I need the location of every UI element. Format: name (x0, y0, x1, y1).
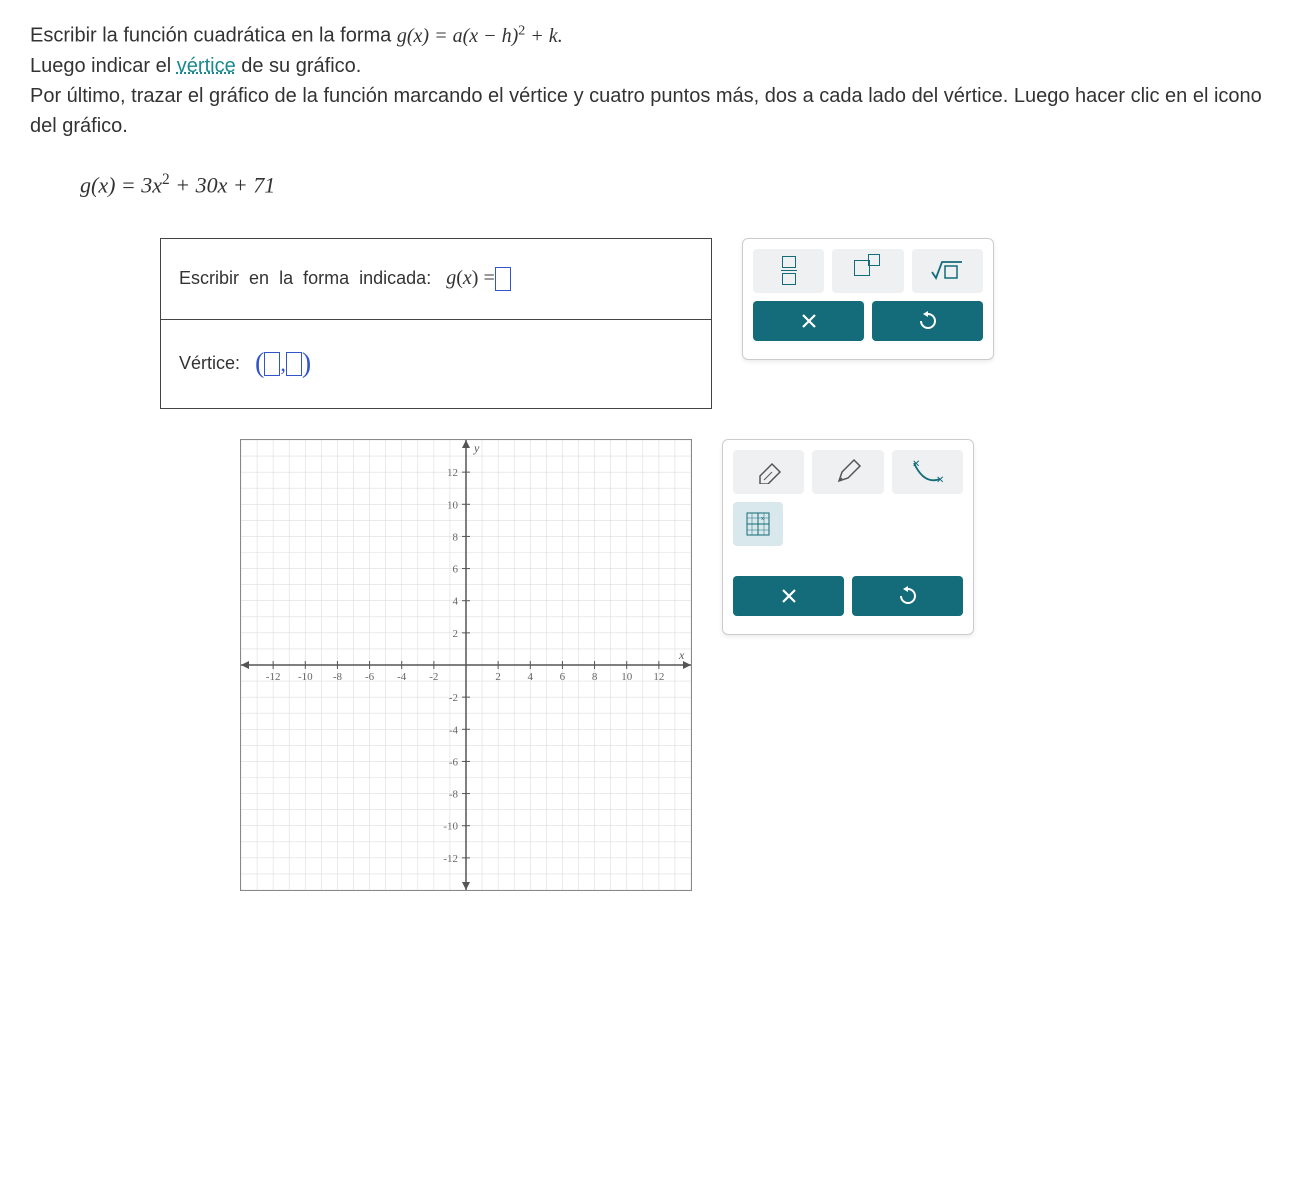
svg-text:-6: -6 (449, 756, 459, 768)
svg-text:6: 6 (453, 564, 459, 576)
close-icon (780, 587, 798, 605)
text: de su gráfico. (241, 55, 361, 77)
eraser-icon (754, 460, 784, 484)
label: la (279, 268, 293, 289)
svg-text:8: 8 (592, 671, 598, 683)
svg-text:10: 10 (621, 671, 633, 683)
svg-text:-2: -2 (449, 692, 458, 704)
paren-open: ( (255, 348, 264, 380)
svg-text:-8: -8 (333, 671, 343, 683)
vertex-row: Vértice: ( , ) (161, 320, 711, 408)
graph-reset-button[interactable] (852, 576, 963, 616)
fraction-icon (781, 256, 797, 285)
clear-button[interactable] (753, 301, 864, 341)
svg-text:✕: ✕ (936, 475, 944, 485)
svg-text:4: 4 (528, 671, 534, 683)
svg-text:-10: -10 (443, 821, 458, 833)
svg-text:12: 12 (447, 467, 458, 479)
vertex-formula: g(x) = a(x − h)2 + k. (397, 25, 563, 47)
svg-text:8: 8 (453, 531, 459, 543)
vertex-form-row: Escribir en la forma indicada: g(x) = (161, 239, 711, 320)
problem-statement: Escribir la función cuadrática en la for… (30, 20, 1266, 141)
answer-box: Escribir en la forma indicada: g(x) = Vé… (160, 238, 712, 409)
curve-tool-button[interactable]: ✕✕ (892, 450, 963, 494)
vertex-label: Vértice: (179, 353, 240, 374)
pencil-tool-button[interactable] (812, 450, 883, 494)
exponent-tool-button[interactable] (832, 249, 903, 293)
svg-text:-2: -2 (429, 671, 438, 683)
eraser-tool-button[interactable] (733, 450, 804, 494)
grid-icon: x (745, 511, 771, 537)
close-icon (800, 312, 818, 330)
svg-text:-10: -10 (298, 671, 313, 683)
label: indicada: (359, 268, 431, 289)
exponent-icon (854, 260, 882, 281)
label: en (249, 268, 269, 289)
svg-text:-12: -12 (443, 853, 458, 865)
svg-text:2: 2 (453, 628, 459, 640)
svg-text:✕: ✕ (912, 459, 920, 470)
paren-close: ) (302, 348, 311, 380)
svg-text:4: 4 (453, 596, 459, 608)
reset-icon (898, 586, 918, 606)
vertex-form-input[interactable] (495, 267, 511, 291)
text: Luego indicar el (30, 55, 177, 77)
vertex-link[interactable]: vértice (177, 55, 236, 77)
math-toolbox (742, 238, 994, 360)
text: Escribir la función cuadrática en la for… (30, 25, 397, 47)
text: Por último, trazar el gráfico de la func… (30, 85, 1262, 137)
reset-button[interactable] (872, 301, 983, 341)
svg-text:-8: -8 (449, 789, 459, 801)
label: forma (303, 268, 349, 289)
label: Escribir (179, 268, 239, 289)
svg-text:x: x (761, 516, 764, 522)
pencil-icon (834, 458, 862, 486)
sqrt-tool-button[interactable] (912, 249, 983, 293)
svg-text:10: 10 (447, 499, 459, 511)
svg-text:-4: -4 (449, 724, 459, 736)
svg-text:y: y (473, 441, 480, 455)
sqrt-icon (930, 260, 964, 282)
curve-icon: ✕✕ (910, 459, 944, 485)
vertex-y-input[interactable] (286, 352, 302, 376)
svg-text:x: x (678, 648, 685, 662)
svg-text:-6: -6 (365, 671, 375, 683)
graph-toolbox: ✕✕ x (722, 439, 974, 635)
given-equation: g(x) = 3x2 + 30x + 71 (80, 171, 1266, 198)
graph-area[interactable]: -12 -10 -8 -6 -4 -2 2 4 6 8 10 12 -12 -10 -8 -6 -4 -2 2 4 6 8… (240, 439, 692, 891)
svg-text:-4: -4 (397, 671, 407, 683)
fraction-tool-button[interactable] (753, 249, 824, 293)
cartesian-grid: -12 -10 -8 -6 -4 -2 2 4 6 8 10 12 -12 -10 -8 -6 -4 -2 2 4 6 8… (241, 440, 691, 890)
graph-clear-button[interactable] (733, 576, 844, 616)
vertex-x-input[interactable] (264, 352, 280, 376)
grid-tool-button[interactable]: x (733, 502, 783, 546)
svg-text:-12: -12 (266, 671, 281, 683)
reset-icon (918, 311, 938, 331)
svg-text:6: 6 (560, 671, 566, 683)
svg-text:12: 12 (653, 671, 664, 683)
svg-text:2: 2 (495, 671, 501, 683)
